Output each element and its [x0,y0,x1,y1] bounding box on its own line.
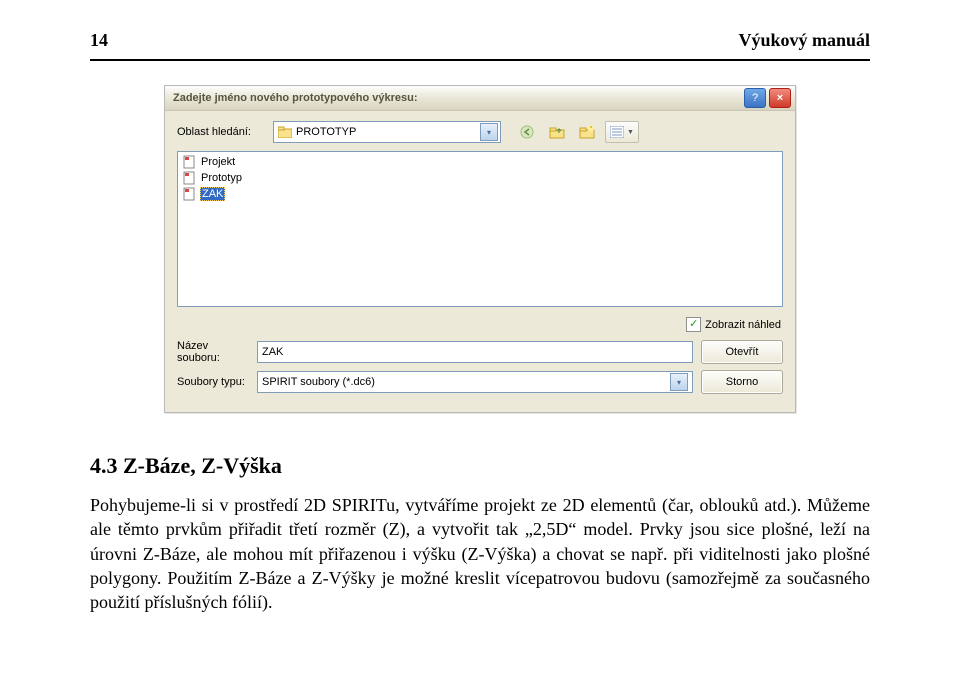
filename-input[interactable]: ZAK [257,341,693,363]
close-button[interactable]: × [769,88,791,108]
preview-checkbox-label: Zobrazit náhled [705,319,781,331]
file-name: Prototyp [200,172,243,184]
view-menu-button[interactable]: ▼ [605,121,639,143]
filename-value: ZAK [262,346,283,358]
page-number: 14 [90,30,108,51]
filetype-dropdown[interactable]: SPIRIT soubory (*.dc6) ▾ [257,371,693,393]
document-icon [182,187,196,201]
dialog-titlebar: Zadejte jméno nového prototypového výkre… [165,86,795,111]
file-name: ZAK [200,187,225,201]
filetype-label: Soubory typu: [177,376,249,388]
list-item[interactable]: Projekt [180,154,780,170]
file-open-dialog: Zadejte jméno nového prototypového výkre… [164,85,796,413]
section-paragraph: Pohybujeme-li si v prostředí 2D SPIRITu,… [90,493,870,614]
cancel-button-label: Storno [726,376,758,388]
cancel-button[interactable]: Storno [701,370,783,394]
file-list[interactable]: Projekt Prototyp ZAK [177,151,783,307]
help-icon: ? [752,92,758,104]
new-folder-button[interactable] [575,121,599,143]
page-title: Výukový manuál [738,30,870,51]
new-folder-icon [579,125,595,139]
chevron-down-icon: ▼ [627,129,634,136]
chevron-down-icon: ▾ [480,123,498,141]
search-area-label: Oblast hledání: [177,126,267,138]
close-icon: × [777,92,783,104]
open-button[interactable]: Otevřít [701,340,783,364]
filetype-value: SPIRIT soubory (*.dc6) [262,376,375,388]
preview-checkbox[interactable]: ✓ [686,317,701,332]
back-button[interactable] [515,121,539,143]
chevron-down-icon: ▾ [670,373,688,391]
dialog-title: Zadejte jméno nového prototypového výkre… [173,92,744,104]
check-icon: ✓ [689,319,698,330]
header-divider [90,59,870,61]
back-arrow-icon [520,125,534,139]
open-button-label: Otevřít [725,346,758,358]
view-icon [610,126,624,138]
folder-up-icon [549,125,565,139]
folder-dropdown[interactable]: PROTOTYP ▾ [273,121,501,143]
help-button[interactable]: ? [744,88,766,108]
filename-label: Název souboru: [177,340,249,364]
folder-name: PROTOTYP [296,126,356,138]
file-name: Projekt [200,156,236,168]
section-heading: 4.3 Z-Báze, Z-Výška [90,453,870,479]
list-item[interactable]: ZAK [180,186,780,202]
document-icon [182,171,196,185]
folder-icon [278,126,292,138]
document-icon [182,155,196,169]
list-item[interactable]: Prototyp [180,170,780,186]
up-level-button[interactable] [545,121,569,143]
